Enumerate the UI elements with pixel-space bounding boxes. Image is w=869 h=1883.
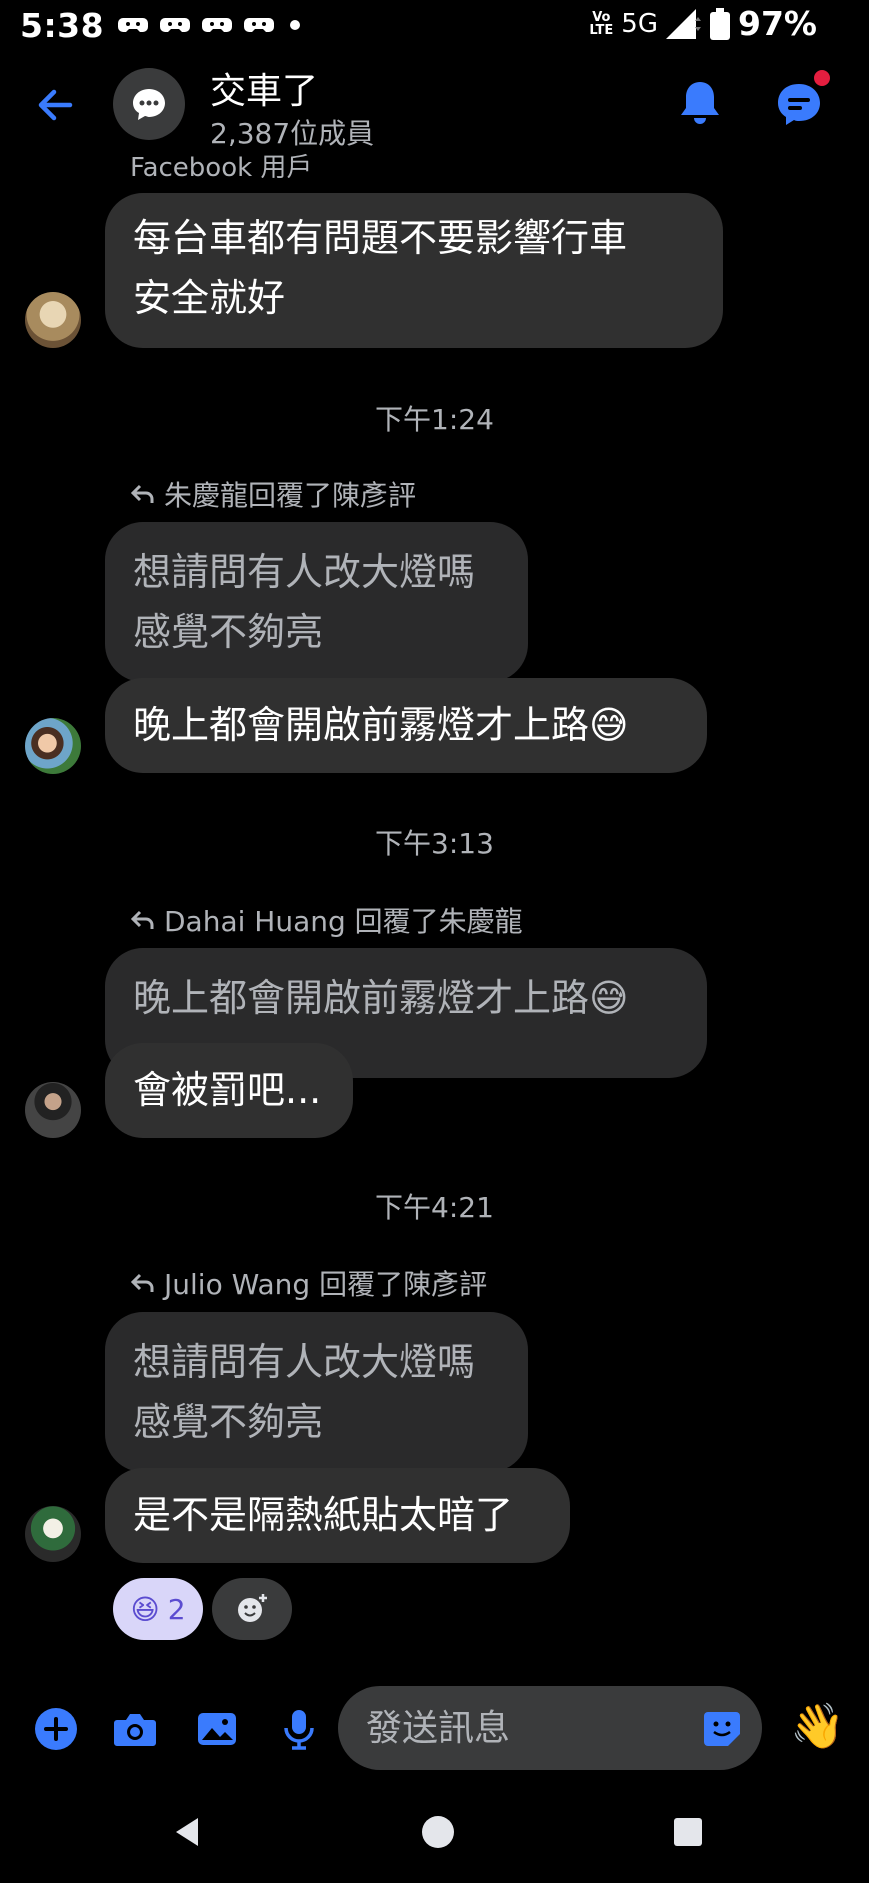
more-notifications-dot [290, 20, 301, 30]
timestamp: 下午3:13 [375, 827, 494, 860]
nav-recents-icon[interactable] [668, 1812, 708, 1852]
battery-icon [710, 7, 730, 40]
camera-icon[interactable] [112, 1706, 158, 1752]
status-bar: 5:38 Vo LTE 5G 97% [0, 0, 869, 50]
wave-emoji-button[interactable]: 👋 [790, 1700, 845, 1752]
reaction-emoji: 😆 [130, 1592, 160, 1626]
add-reaction-button[interactable] [212, 1578, 292, 1640]
nav-back-icon[interactable] [168, 1812, 208, 1852]
avatar[interactable] [25, 1506, 81, 1562]
group-title[interactable]: 交車了 [210, 62, 318, 114]
chat-bubble-icon [133, 89, 165, 120]
message-bubble[interactable]: 晚上都會開啟前霧燈才上路😅 [105, 678, 707, 773]
volte-indicator: Vo LTE [589, 9, 614, 38]
signal-icon [666, 8, 701, 39]
timestamp: 下午1:24 [375, 403, 494, 436]
chat-header: 交車了 2,387位成員 [0, 60, 869, 150]
message-input[interactable] [338, 1686, 762, 1770]
reply-arrow-icon [130, 1273, 154, 1292]
reply-header: Dahai Huang 回覆了朱慶龍 [130, 900, 523, 940]
reply-header: 朱慶龍回覆了陳彥評 [130, 474, 416, 514]
nav-home-icon[interactable] [418, 1812, 458, 1852]
status-right: Vo LTE 5G 97% [589, 4, 817, 43]
back-arrow-icon[interactable] [30, 80, 80, 130]
status-time: 5:38 [20, 5, 105, 45]
composer: 👋 [0, 1680, 869, 1780]
avatar[interactable] [25, 718, 81, 774]
quoted-message[interactable]: 想請問有人改大燈嗎 感覺不夠亮 [105, 1312, 528, 1472]
navigation-bar [0, 1790, 869, 1883]
bell-icon[interactable] [677, 78, 723, 128]
notification-icons [118, 14, 275, 36]
notification-badge [812, 68, 832, 88]
message-bubble[interactable]: 每台車都有問題不要影響行車 安全就好 [105, 193, 723, 348]
avatar[interactable] [25, 1082, 81, 1138]
reaction-count: 2 [167, 1592, 186, 1626]
network-type: 5G [621, 8, 658, 39]
reaction-pill[interactable]: 😆 2 [113, 1578, 203, 1640]
reply-arrow-icon [130, 484, 154, 503]
timestamp: 下午4:21 [375, 1191, 494, 1224]
sender-name: Facebook 用戶 [130, 153, 313, 178]
game-controller-icon [202, 18, 233, 32]
quoted-message[interactable]: 想請問有人改大燈嗎 感覺不夠亮 [105, 522, 528, 682]
game-controller-icon [118, 18, 149, 32]
reply-arrow-icon [130, 910, 154, 929]
game-controller-icon [160, 18, 191, 32]
plus-icon[interactable] [33, 1706, 79, 1752]
sticker-icon[interactable] [702, 1708, 742, 1748]
battery-percentage: 97% [738, 4, 817, 43]
game-controller-icon [244, 18, 275, 32]
image-icon[interactable] [194, 1706, 240, 1752]
group-avatar[interactable] [113, 68, 185, 140]
message-bubble[interactable]: 是不是隔熱紙貼太暗了 [105, 1468, 570, 1563]
add-emoji-icon [238, 1594, 267, 1622]
reply-header: Julio Wang 回覆了陳彥評 [130, 1263, 487, 1303]
microphone-icon[interactable] [276, 1706, 322, 1752]
avatar[interactable] [25, 292, 81, 348]
message-bubble[interactable]: 會被罰吧... [105, 1043, 353, 1138]
member-count[interactable]: 2,387位成員 [210, 112, 374, 152]
